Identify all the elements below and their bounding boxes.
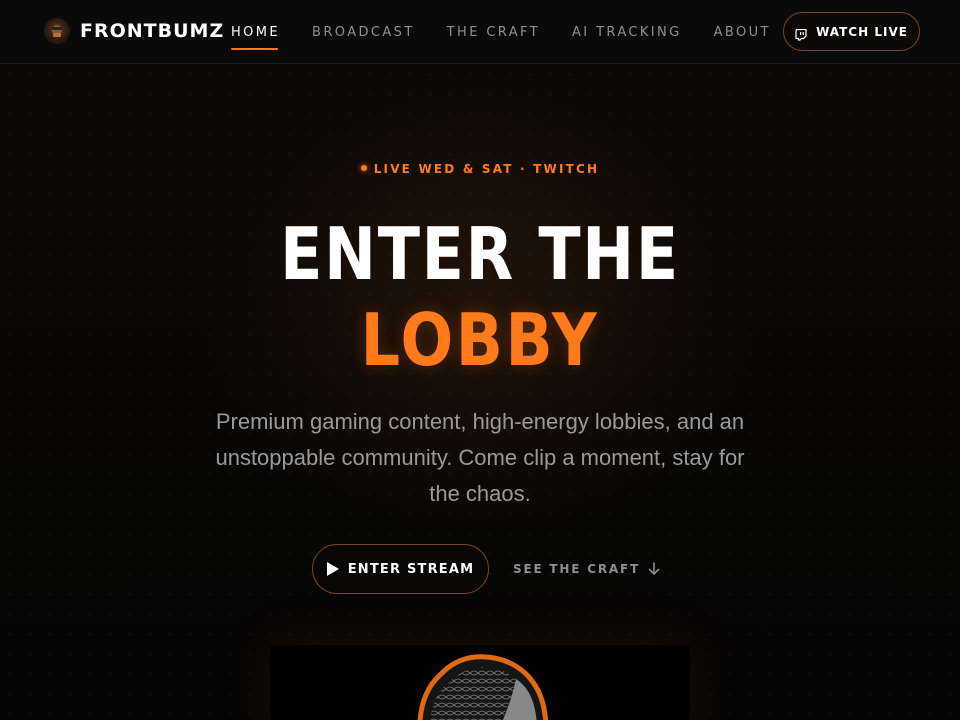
mascot-preview-image — [270, 645, 690, 720]
nav-links: HOME BROADCAST THE CRAFT AI TRACKING ABO… — [231, 0, 803, 64]
nav-link-ai-tracking[interactable]: AI TRACKING — [572, 0, 682, 64]
see-the-craft-label: SEE THE CRAFT — [513, 562, 640, 576]
mascot-logo-icon — [44, 18, 70, 44]
hero-cta-row: ENTER STREAM SEE THE CRAFT — [312, 544, 660, 594]
see-the-craft-link[interactable]: SEE THE CRAFT — [513, 562, 660, 576]
live-schedule-eyebrow: LIVE WED & SAT · TWITCH — [0, 162, 960, 176]
nav-link-about[interactable]: ABOUT — [714, 0, 771, 64]
enter-stream-button[interactable]: ENTER STREAM — [312, 544, 489, 594]
brand[interactable]: FRONTBUMZ — [44, 16, 224, 46]
play-icon — [326, 562, 339, 576]
landing-page: FRONTBUMZ HOME BROADCAST THE CRAFT AI TR… — [0, 0, 960, 720]
eyebrow-text: LIVE WED & SAT · TWITCH — [373, 162, 600, 176]
twitch-icon — [795, 26, 807, 41]
top-navbar: FRONTBUMZ HOME BROADCAST THE CRAFT AI TR… — [0, 0, 960, 64]
enter-stream-label: ENTER STREAM — [347, 561, 475, 577]
nav-link-broadcast[interactable]: BROADCAST — [312, 0, 415, 64]
mascot-illustration-icon — [417, 654, 549, 720]
watch-live-label: WATCH LIVE — [816, 24, 908, 39]
hero-subcopy: Premium gaming content, high-energy lobb… — [215, 409, 745, 506]
arrow-down-icon — [648, 562, 660, 576]
hero-headline-line1: ENTER THE — [280, 212, 680, 296]
hero-headline-line2: LOBBY — [360, 298, 600, 382]
live-dot-icon — [360, 164, 367, 171]
nav-link-the-craft[interactable]: THE CRAFT — [447, 0, 540, 64]
watch-live-button[interactable]: WATCH LIVE — [783, 12, 920, 51]
nav-link-home[interactable]: HOME — [231, 0, 280, 64]
brand-name: FRONTBUMZ — [80, 20, 225, 42]
